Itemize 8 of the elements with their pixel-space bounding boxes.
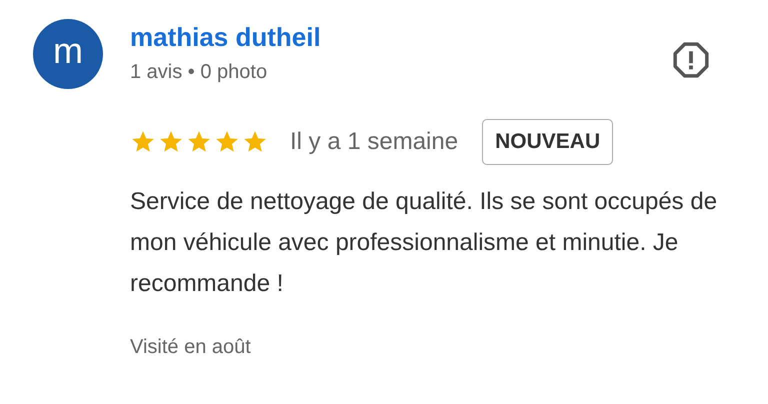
report-icon[interactable] [672, 41, 710, 79]
reviewer-name[interactable]: mathias dutheil [130, 19, 321, 55]
review-date: Il y a 1 semaine [290, 128, 458, 156]
avatar: m [33, 19, 103, 89]
visit-date: Visité en août [130, 336, 251, 359]
review-text: Service de nettoyage de qualité. Ils se sont occupés de mon véhicule avec professionnalisme et minutie. Je recommande ! [130, 187, 718, 299]
new-badge: NOUVEAU [482, 119, 614, 165]
reviewer-stats: 1 avis • 0 photo [130, 61, 268, 84]
